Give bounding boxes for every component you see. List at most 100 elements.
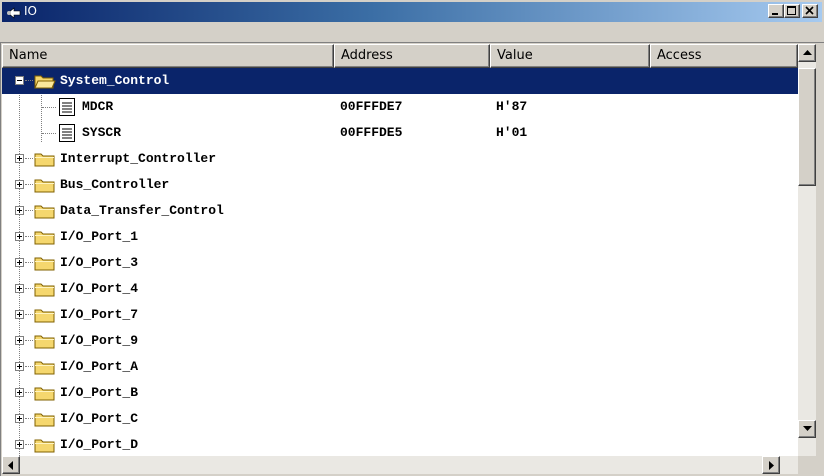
- folder-icon: [34, 359, 56, 378]
- size-grip[interactable]: [798, 456, 816, 474]
- scroll-right-button[interactable]: [762, 456, 780, 474]
- tree-line: [25, 80, 33, 81]
- tree-folder-row[interactable]: I/O_Port_1: [2, 224, 798, 250]
- expand-toggle-icon[interactable]: [15, 440, 24, 449]
- minimize-button[interactable]: [768, 4, 784, 18]
- tree-line: [25, 444, 33, 445]
- folder-icon: [34, 203, 56, 222]
- arrow-right-icon: [769, 461, 774, 470]
- tree-folder-row[interactable]: I/O_Port_3: [2, 250, 798, 276]
- tree-line: [25, 262, 33, 263]
- tree-folder-row[interactable]: I/O_Port_A: [2, 354, 798, 380]
- row-address: 00FFFDE5: [340, 125, 403, 140]
- tree-line: [42, 133, 56, 134]
- scroll-left-button[interactable]: [2, 456, 20, 474]
- row-name: I/O_Port_7: [60, 307, 139, 322]
- tree-folder-row[interactable]: Data_Transfer_Control: [2, 198, 798, 224]
- scroll-up-button[interactable]: [798, 44, 816, 62]
- tree-line: [25, 314, 33, 315]
- column-header-name[interactable]: Name: [2, 44, 334, 68]
- tree-folder-row[interactable]: I/O_Port_C: [2, 406, 798, 432]
- tree-register-row[interactable]: SYSCR 00FFFDE5 H'01: [2, 120, 798, 146]
- tree-line: [25, 418, 33, 419]
- row-value[interactable]: H'01: [496, 125, 527, 141]
- collapse-toggle-icon[interactable]: [15, 76, 24, 85]
- row-value[interactable]: H'87: [496, 99, 527, 115]
- maximize-icon: [787, 6, 796, 15]
- folder-icon: [34, 307, 56, 326]
- column-header-value[interactable]: Value: [490, 44, 650, 68]
- register-document-icon: [58, 123, 76, 146]
- tree-folder-row[interactable]: I/O_Port_9: [2, 328, 798, 354]
- tree-line: [25, 184, 33, 185]
- expand-toggle-icon[interactable]: [15, 414, 24, 423]
- register-document-icon: [58, 97, 76, 120]
- tree-folder-row[interactable]: Bus_Controller: [2, 172, 798, 198]
- expand-toggle-icon[interactable]: [15, 258, 24, 267]
- vertical-scroll-thumb[interactable]: [798, 68, 816, 186]
- tree-folder-row[interactable]: I/O_Port_B: [2, 380, 798, 406]
- folder-icon: [34, 281, 56, 300]
- close-icon: [805, 6, 814, 15]
- expand-toggle-icon[interactable]: [15, 310, 24, 319]
- column-header-access[interactable]: Access: [650, 44, 798, 68]
- row-address: 00FFFDE7: [340, 99, 403, 114]
- expand-toggle-icon[interactable]: [15, 206, 24, 215]
- row-name: Interrupt_Controller: [60, 151, 217, 166]
- expand-toggle-icon[interactable]: [15, 388, 24, 397]
- expand-toggle-icon[interactable]: [15, 336, 24, 345]
- tree-line: [42, 107, 56, 108]
- row-name: Bus_Controller: [60, 177, 170, 192]
- folder-open-icon: [34, 73, 56, 92]
- window-title: IO: [24, 4, 37, 18]
- row-name: I/O_Port_3: [60, 255, 139, 270]
- row-name: I/O_Port_1: [60, 229, 139, 244]
- expand-toggle-icon[interactable]: [15, 232, 24, 241]
- arrow-down-icon: [803, 426, 812, 431]
- folder-icon: [34, 411, 56, 430]
- tree-line: [25, 340, 33, 341]
- folder-icon: [34, 437, 56, 456]
- folder-icon: [34, 151, 56, 170]
- column-header-bar: Name Address Value Access: [2, 44, 798, 68]
- row-name: SYSCR: [82, 125, 122, 140]
- folder-icon: [34, 385, 56, 404]
- tree-register-row[interactable]: MDCR 00FFFDE7 H'87: [2, 94, 798, 120]
- register-tree-list[interactable]: System_Control MDCR 00FFFDE7 H'87 SYSCR 00FFF…: [2, 68, 798, 456]
- tree-line: [25, 158, 33, 159]
- row-name: I/O_Port_9: [60, 333, 139, 348]
- io-window-icon: [6, 5, 22, 19]
- row-name: I/O_Port_B: [60, 385, 139, 400]
- tree-folder-row[interactable]: System_Control: [2, 68, 798, 94]
- close-button[interactable]: [802, 4, 818, 18]
- expand-toggle-icon[interactable]: [15, 362, 24, 371]
- tree-folder-row[interactable]: I/O_Port_7: [2, 302, 798, 328]
- horizontal-scrollbar[interactable]: [2, 456, 798, 474]
- io-window: IO Name Address Value Access System_Cont…: [0, 0, 824, 476]
- row-name: I/O_Port_4: [60, 281, 139, 296]
- expand-toggle-icon[interactable]: [15, 180, 24, 189]
- minimize-icon: [772, 13, 778, 15]
- tree-line: [25, 366, 33, 367]
- tree-line: [25, 236, 33, 237]
- tree-line: [25, 210, 33, 211]
- row-name: I/O_Port_D: [60, 437, 139, 452]
- row-name: Data_Transfer_Control: [60, 203, 224, 218]
- tree-folder-row[interactable]: I/O_Port_D: [2, 432, 798, 456]
- folder-icon: [34, 333, 56, 352]
- tree-folder-row[interactable]: I/O_Port_4: [2, 276, 798, 302]
- column-header-address[interactable]: Address: [334, 44, 490, 68]
- folder-icon: [34, 177, 56, 196]
- scroll-down-button[interactable]: [798, 420, 816, 438]
- title-bar[interactable]: IO: [2, 2, 822, 22]
- tree-line: [25, 288, 33, 289]
- tree-folder-row[interactable]: Interrupt_Controller: [2, 146, 798, 172]
- folder-icon: [34, 229, 56, 248]
- tree-line: [25, 392, 33, 393]
- maximize-button[interactable]: [784, 4, 800, 18]
- row-name: System_Control: [60, 73, 170, 88]
- expand-toggle-icon[interactable]: [15, 284, 24, 293]
- folder-icon: [34, 255, 56, 274]
- expand-toggle-icon[interactable]: [15, 154, 24, 163]
- vertical-scrollbar[interactable]: [798, 44, 816, 456]
